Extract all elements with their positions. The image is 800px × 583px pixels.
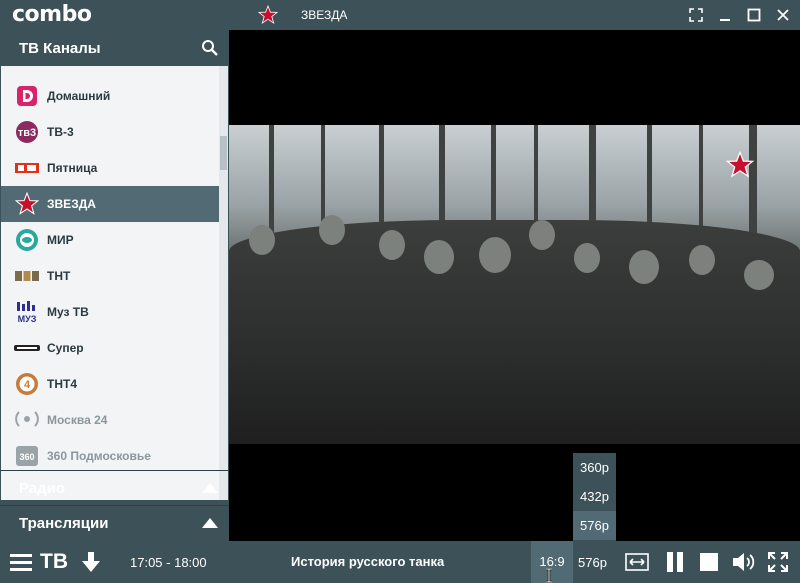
program-time: 17:05 - 18:00 bbox=[130, 555, 207, 570]
tnt-logo-icon bbox=[14, 263, 40, 289]
channel-label: ТНТ4 bbox=[47, 377, 77, 391]
muztv-logo-icon: МУЗ bbox=[14, 299, 40, 325]
resolution-option-576p[interactable]: 576p bbox=[573, 511, 616, 540]
player-control-bar: ТВ 17:05 - 18:00 История русского танка … bbox=[0, 541, 800, 583]
menu-icon[interactable] bbox=[10, 552, 32, 572]
minimize-icon[interactable] bbox=[714, 4, 736, 26]
pyatnica-logo-icon bbox=[14, 155, 40, 181]
scrollbar-thumb[interactable] bbox=[220, 136, 227, 170]
zvezda-star-icon bbox=[258, 5, 278, 24]
svg-text:тв3: тв3 bbox=[18, 127, 36, 139]
mir-logo-icon bbox=[14, 227, 40, 253]
section-broadcasts[interactable]: Трансляции bbox=[0, 505, 229, 540]
channel-item[interactable]: ТНТ bbox=[1, 258, 219, 294]
tv3-logo-icon: тв3 bbox=[14, 119, 40, 145]
channel-label: ТВ-3 bbox=[47, 125, 74, 139]
program-title: История русского танка bbox=[291, 554, 445, 569]
section-label: Трансляции bbox=[19, 515, 109, 532]
channel-item[interactable]: МИР bbox=[1, 222, 219, 258]
tnt4-logo-icon: 4 bbox=[14, 371, 40, 397]
channel-label: Муз ТВ bbox=[47, 305, 89, 319]
title-bar: combo ЗВЕЗДА bbox=[0, 0, 800, 30]
channel-item[interactable]: Пятница bbox=[1, 150, 219, 186]
channel-label: Домашний bbox=[47, 89, 111, 103]
stop-icon[interactable] bbox=[697, 551, 721, 573]
arrow-down-icon[interactable] bbox=[81, 552, 101, 572]
close-icon[interactable] bbox=[772, 4, 794, 26]
channel-item[interactable]: Домашний bbox=[1, 78, 219, 114]
resolution-menu: 360p 432p 576p bbox=[573, 453, 616, 541]
chevron-up-icon bbox=[202, 483, 218, 493]
super-logo-icon bbox=[14, 335, 40, 361]
app-logo: combo bbox=[12, 2, 92, 27]
channel-item[interactable]: Супер bbox=[1, 330, 219, 366]
channel-item[interactable]: тв3 ТВ-3 bbox=[1, 114, 219, 150]
domashniy-logo-icon bbox=[14, 83, 40, 109]
360-logo-icon: 360 bbox=[14, 443, 40, 469]
channel-item[interactable]: 4 ТНТ4 bbox=[1, 366, 219, 402]
channel-list[interactable]: Домашний тв3 ТВ-3 Пятница ЗВЕЗДА МИР ТНТ… bbox=[1, 66, 228, 500]
svg-text:МУЗ: МУЗ bbox=[18, 314, 37, 323]
sidebar-header: ТВ Каналы bbox=[0, 30, 229, 66]
section-radio[interactable]: Радио bbox=[0, 470, 229, 505]
text-cursor-icon bbox=[546, 568, 552, 583]
channel-label: ЗВЕЗДА bbox=[47, 197, 96, 211]
sidebar-title: ТВ Каналы bbox=[19, 40, 101, 57]
channel-item-selected[interactable]: ЗВЕЗДА bbox=[1, 186, 219, 222]
channel-label: Пятница bbox=[47, 161, 98, 175]
channel-label: Супер bbox=[47, 341, 84, 355]
volume-icon[interactable] bbox=[733, 551, 757, 573]
maximize-icon[interactable] bbox=[743, 4, 765, 26]
channel-label: ТНТ bbox=[47, 269, 71, 283]
zvezda-logo-icon bbox=[14, 191, 40, 217]
chevron-up-icon bbox=[202, 518, 218, 528]
moskva24-logo-icon bbox=[14, 407, 40, 433]
fullscreen-exit-icon[interactable] bbox=[685, 4, 707, 26]
resolution-button[interactable]: 576p bbox=[578, 555, 607, 570]
video-player[interactable] bbox=[229, 125, 800, 444]
search-icon[interactable] bbox=[201, 39, 219, 57]
current-channel-title: ЗВЕЗДА bbox=[301, 8, 348, 22]
svg-text:360: 360 bbox=[19, 452, 34, 462]
pause-icon[interactable] bbox=[663, 551, 687, 573]
channel-item[interactable]: Москва 24 bbox=[1, 402, 219, 438]
fullscreen-icon[interactable] bbox=[766, 551, 790, 573]
stretch-icon[interactable] bbox=[624, 551, 650, 573]
channel-item[interactable]: 360 360 Подмосковье bbox=[1, 438, 219, 474]
channel-label: МИР bbox=[47, 233, 74, 247]
channel-label: 360 Подмосковье bbox=[47, 449, 151, 463]
channel-list-scrollbar[interactable] bbox=[219, 66, 228, 500]
resolution-option-360p[interactable]: 360p bbox=[573, 453, 616, 482]
tv-mode-button[interactable]: ТВ bbox=[40, 550, 68, 574]
sidebar: ТВ Каналы Домашний тв3 ТВ-3 Пятница ЗВЕЗ… bbox=[0, 30, 229, 541]
section-label: Радио bbox=[19, 480, 66, 497]
channel-label: Москва 24 bbox=[47, 413, 108, 427]
resolution-option-432p[interactable]: 432p bbox=[573, 482, 616, 511]
channel-item[interactable]: МУЗ Муз ТВ bbox=[1, 294, 219, 330]
svg-text:4: 4 bbox=[24, 379, 31, 391]
zvezda-watermark-icon bbox=[726, 151, 754, 178]
